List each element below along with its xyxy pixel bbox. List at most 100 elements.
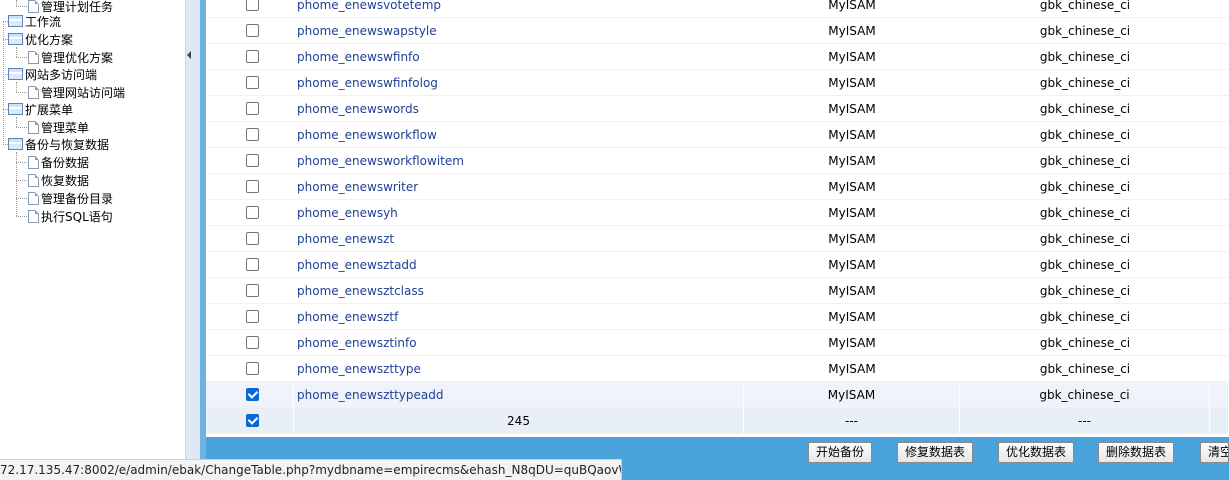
collation-cell: gbk_chinese_ci [1039, 180, 1131, 194]
clear-tables-button[interactable]: 清空数据表 [1200, 442, 1229, 463]
collation-cell: gbk_chinese_ci [1039, 154, 1131, 168]
tree-item-backup-restore[interactable]: 备份与恢复数据 [8, 135, 109, 153]
tree-item-workflow[interactable]: 工作流 [8, 12, 61, 30]
engine-cell: MyISAM [828, 336, 876, 350]
folder-icon [8, 33, 23, 45]
table-name-link[interactable]: phome_enewsworkflowitem [297, 154, 464, 168]
file-icon [28, 155, 39, 169]
tree-item-label: 恢复数据 [41, 173, 90, 188]
collation-cell: gbk_chinese_ci [1039, 102, 1131, 116]
tree-item-optimization-plans[interactable]: 优化方案 [8, 30, 73, 48]
row-checkbox[interactable] [246, 310, 259, 323]
tree-item-extended-menu[interactable]: 扩展菜单 [8, 100, 73, 118]
row-checkbox[interactable] [246, 362, 259, 375]
table-row: phome_enewsztclass MyISAM gbk_chinese_ci [206, 278, 1229, 304]
file-icon [28, 120, 39, 134]
folder-icon [8, 103, 23, 115]
table-name-link[interactable]: phome_enewsworkflow [297, 128, 437, 142]
tree-item-label: 工作流 [25, 14, 62, 29]
tree-item-label: 备份数据 [41, 155, 90, 170]
table-row: phome_enewszttype MyISAM gbk_chinese_ci [206, 356, 1229, 382]
tree-item-label: 备份与恢复数据 [25, 137, 110, 152]
table-name-link[interactable]: phome_enewsztf [297, 310, 398, 324]
row-checkbox[interactable] [246, 258, 259, 271]
collation-cell: gbk_chinese_ci [1039, 362, 1131, 376]
row-checkbox[interactable] [246, 336, 259, 349]
row-checkbox[interactable] [246, 180, 259, 193]
summary-collation: --- [960, 408, 1210, 434]
table-row: phome_enewsztf MyISAM gbk_chinese_ci [206, 304, 1229, 330]
tree-item-manage-menu[interactable]: 管理菜单 [28, 118, 89, 136]
table-name-link[interactable]: phome_enewswfinfo [297, 50, 420, 64]
row-checkbox[interactable] [246, 284, 259, 297]
row-checkbox[interactable] [246, 76, 259, 89]
tree-item-manage-optimization-plans[interactable]: 管理优化方案 [28, 48, 113, 66]
table-name-link[interactable]: phome_enewsztadd [297, 258, 417, 272]
engine-cell: MyISAM [828, 50, 876, 64]
tree-item-manage-backup-directory[interactable]: 管理备份目录 [28, 189, 113, 207]
table-name-link[interactable]: phome_enewszt [297, 232, 394, 246]
select-all-checkbox[interactable] [246, 414, 259, 427]
row-checkbox[interactable] [246, 0, 259, 11]
file-icon [28, 191, 39, 205]
folder-icon [8, 68, 23, 80]
table-row: phome_enewsyh MyISAM gbk_chinese_ci [206, 200, 1229, 226]
collation-cell: gbk_chinese_ci [1039, 206, 1131, 220]
tree-item-backup-data[interactable]: 备份数据 [28, 153, 89, 171]
engine-cell: MyISAM [828, 0, 876, 12]
row-checkbox[interactable] [246, 102, 259, 115]
collapse-left-icon[interactable] [187, 51, 191, 59]
table-name-link[interactable]: phome_enewsvotetemp [297, 0, 441, 12]
tree-item-execute-sql[interactable]: 执行SQL语句 [28, 207, 113, 225]
tree-item-label: 管理备份目录 [41, 191, 114, 206]
tree-item-label: 扩展菜单 [25, 102, 74, 117]
engine-cell: MyISAM [828, 24, 876, 38]
engine-cell: MyISAM [828, 258, 876, 272]
tree-item-label: 网站多访问端 [25, 67, 98, 82]
summary-engine: --- [744, 408, 960, 434]
tree-item-restore-data[interactable]: 恢复数据 [28, 171, 89, 189]
collation-cell: gbk_chinese_ci [1039, 24, 1131, 38]
tree-item-manage-site-access-terminals[interactable]: 管理网站访问端 [28, 83, 125, 101]
engine-cell: MyISAM [828, 284, 876, 298]
file-icon [28, 50, 39, 64]
status-url: 72.17.135.47:8002/e/admin/ebak/ChangeTab… [0, 459, 622, 480]
table-name-link[interactable]: phome_enewsyh [297, 206, 398, 220]
file-icon [28, 173, 39, 187]
table-name-link[interactable]: phome_enewsztinfo [297, 336, 417, 350]
row-checkbox[interactable] [246, 206, 259, 219]
engine-cell: MyISAM [828, 76, 876, 90]
table-row: phome_enewsvotetemp MyISAM gbk_chinese_c… [206, 0, 1229, 18]
tree-item-label: 管理网站访问端 [41, 85, 126, 100]
tree-item-site-access-terminals[interactable]: 网站多访问端 [8, 65, 97, 83]
row-checkbox[interactable] [246, 388, 259, 401]
row-checkbox[interactable] [246, 50, 259, 63]
table-name-link[interactable]: phome_enewswriter [297, 180, 418, 194]
start-backup-button[interactable]: 开始备份 [808, 442, 873, 463]
table-row: phome_enewswapstyle MyISAM gbk_chinese_c… [206, 18, 1229, 44]
table-row: phome_enewsztinfo MyISAM gbk_chinese_ci [206, 330, 1229, 356]
engine-cell: MyISAM [744, 382, 960, 408]
collation-cell: gbk_chinese_ci [1039, 232, 1131, 246]
collation-cell: gbk_chinese_ci [1039, 310, 1131, 324]
table-name-link[interactable]: phome_enewszttype [297, 362, 421, 376]
tree-item-label: 管理优化方案 [41, 50, 114, 65]
table-row: phome_enewsworkflow MyISAM gbk_chinese_c… [206, 122, 1229, 148]
table-name-link[interactable]: phome_enewswapstyle [297, 24, 437, 38]
row-checkbox[interactable] [246, 128, 259, 141]
collation-cell: gbk_chinese_ci [1039, 128, 1131, 142]
repair-tables-button[interactable]: 修复数据表 [897, 442, 974, 463]
collation-cell: gbk_chinese_ci [1039, 284, 1131, 298]
table-name-link[interactable]: phome_enewsztclass [297, 284, 424, 298]
table-row: phome_enewswriter MyISAM gbk_chinese_ci [206, 174, 1229, 200]
table-name-link[interactable]: phome_enewswords [297, 102, 419, 116]
row-checkbox[interactable] [246, 154, 259, 167]
row-checkbox[interactable] [246, 232, 259, 245]
optimize-tables-button[interactable]: 优化数据表 [998, 442, 1075, 463]
row-checkbox[interactable] [246, 24, 259, 37]
delete-tables-button[interactable]: 删除数据表 [1098, 442, 1175, 463]
table-list: phome_enewsvotetemp MyISAM gbk_chinese_c… [206, 0, 1229, 480]
table-name-link[interactable]: phome_enewszttypeadd [297, 388, 443, 402]
folder-icon [8, 15, 23, 27]
table-name-link[interactable]: phome_enewswfinfolog [297, 76, 438, 90]
